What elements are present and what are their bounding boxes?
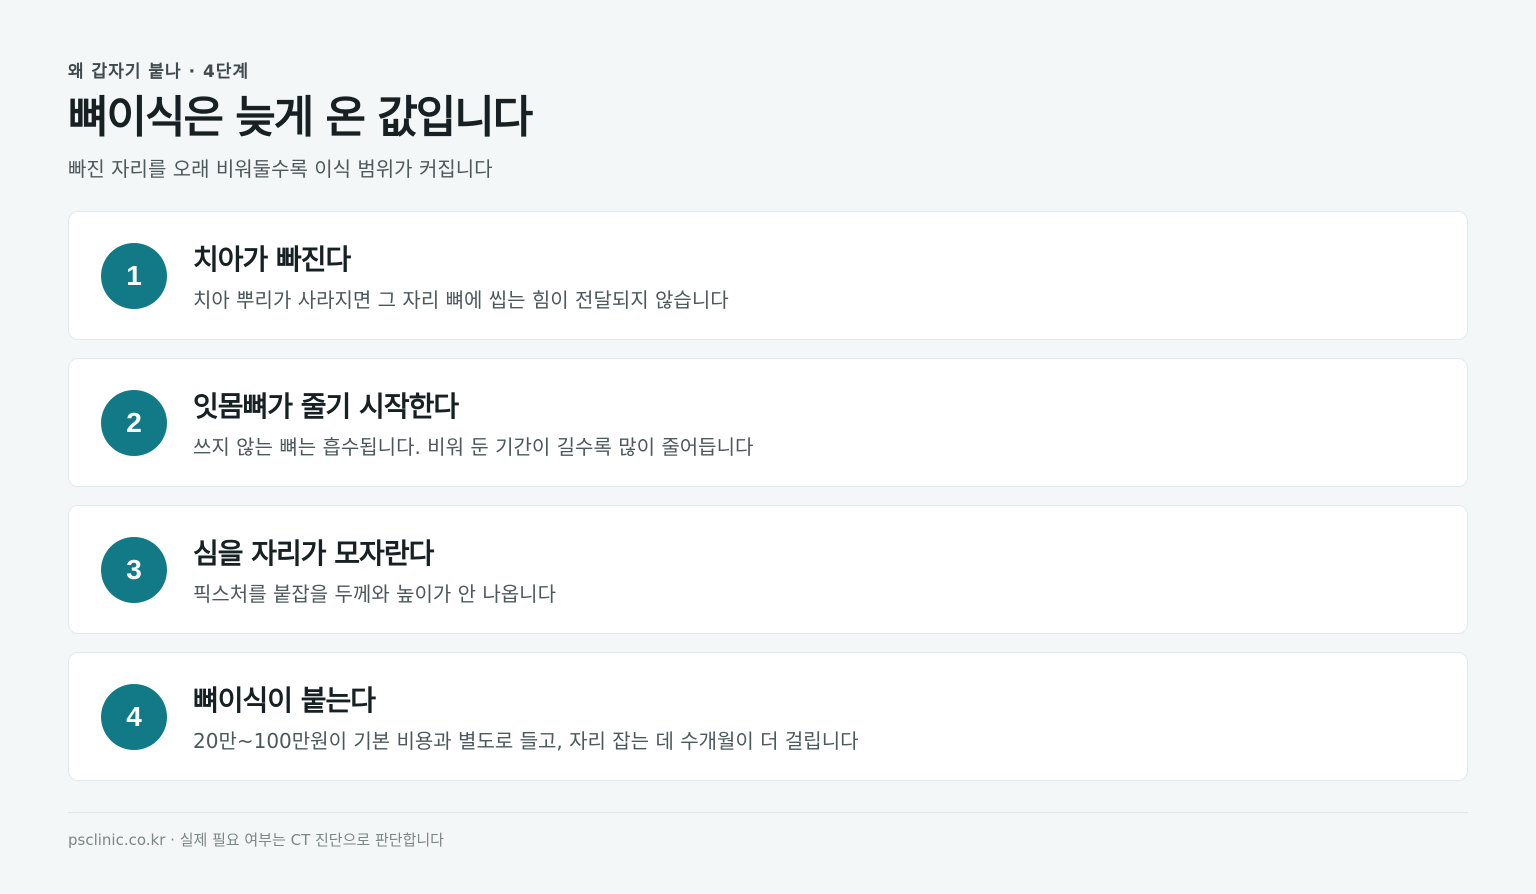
- step-title: 뼈이식이 붙는다: [193, 684, 376, 717]
- step-number-badge: 2: [101, 390, 167, 456]
- eyebrow-label: 왜 갑자기 붙나 · 4단계: [68, 62, 250, 82]
- step-card-3: 3 심을 자리가 모자란다 픽스처를 붙잡을 두께와 높이가 안 나옵니다: [68, 505, 1468, 634]
- step-title: 잇몸뼈가 줄기 시작한다: [193, 390, 459, 423]
- page-subtitle: 빠진 자리를 오래 비워둘수록 이식 범위가 커집니다: [68, 157, 493, 181]
- step-description: 20만~100만원이 기본 비용과 별도로 들고, 자리 잡는 데 수개월이 더…: [193, 729, 859, 753]
- step-title: 심을 자리가 모자란다: [193, 537, 434, 570]
- step-number-badge: 4: [101, 684, 167, 750]
- footer-divider: [68, 812, 1468, 813]
- step-number-badge: 3: [101, 537, 167, 603]
- footer-note: psclinic.co.kr · 실제 필요 여부는 CT 진단으로 판단합니다: [68, 831, 444, 849]
- page-title: 뼈이식은 늦게 온 값입니다: [68, 92, 533, 143]
- step-card-2: 2 잇몸뼈가 줄기 시작한다 쓰지 않는 뼈는 흡수됩니다. 비워 둔 기간이 …: [68, 358, 1468, 487]
- step-card-1: 1 치아가 빠진다 치아 뿌리가 사라지면 그 자리 뼈에 씹는 힘이 전달되지…: [68, 211, 1468, 340]
- steps-list: 1 치아가 빠진다 치아 뿌리가 사라지면 그 자리 뼈에 씹는 힘이 전달되지…: [68, 211, 1468, 799]
- step-title: 치아가 빠진다: [193, 243, 351, 276]
- step-number-badge: 1: [101, 243, 167, 309]
- step-description: 쓰지 않는 뼈는 흡수됩니다. 비워 둔 기간이 길수록 많이 줄어듭니다: [193, 435, 754, 459]
- step-description: 픽스처를 붙잡을 두께와 높이가 안 나옵니다: [193, 582, 556, 606]
- step-description: 치아 뿌리가 사라지면 그 자리 뼈에 씹는 힘이 전달되지 않습니다: [193, 288, 729, 312]
- step-card-4: 4 뼈이식이 붙는다 20만~100만원이 기본 비용과 별도로 들고, 자리 …: [68, 652, 1468, 781]
